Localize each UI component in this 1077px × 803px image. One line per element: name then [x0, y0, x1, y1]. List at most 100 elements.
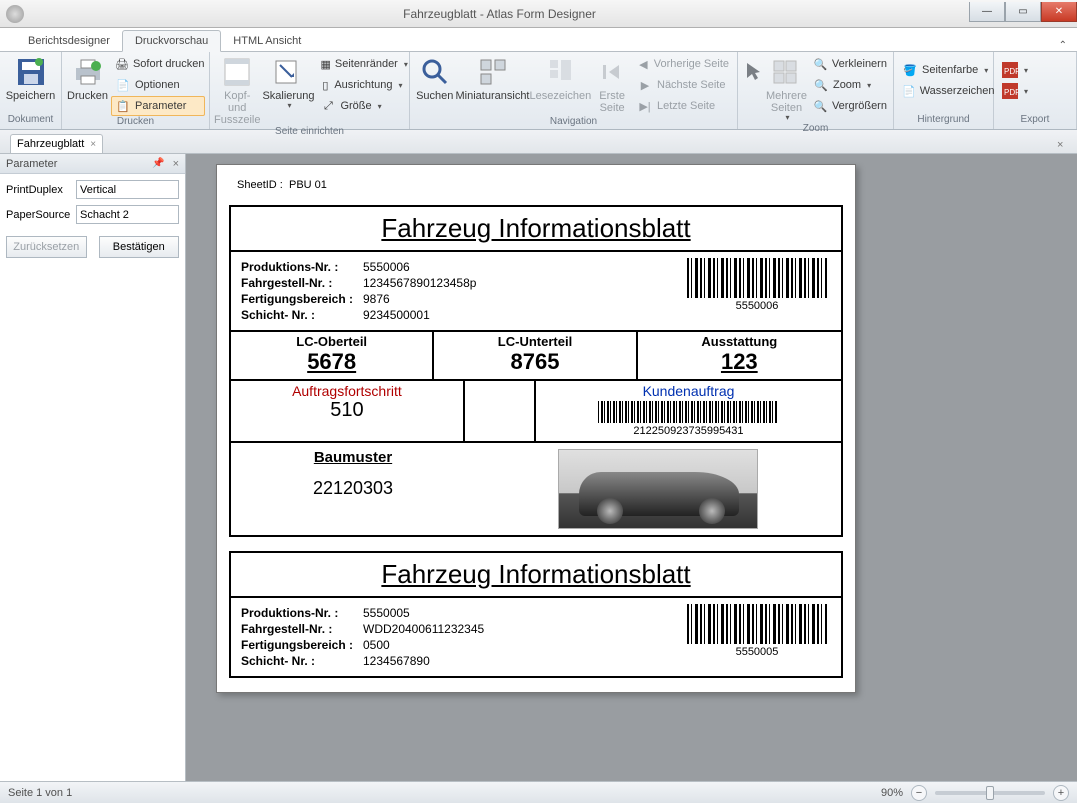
papersource-input[interactable]	[76, 205, 179, 224]
options-icon: 📄	[115, 77, 131, 93]
parameter-button[interactable]: 📋Parameter	[111, 96, 205, 116]
ribbon-collapse-icon[interactable]: ⌃	[1059, 40, 1067, 51]
mail-pdf-icon: PDF	[1002, 83, 1018, 99]
close-panel-icon[interactable]: ×	[173, 158, 179, 170]
suchen-button[interactable]: Suchen	[414, 54, 456, 102]
header-footer-icon	[221, 56, 253, 88]
minimize-button[interactable]: —	[969, 2, 1005, 22]
group-export: PDF▾ PDF▾ Export	[994, 52, 1077, 129]
papersource-label: PaperSource	[6, 209, 76, 221]
sheetid-label: SheetID :	[237, 179, 283, 191]
car-image	[558, 449, 758, 529]
export-pdf-button[interactable]: PDF ▾	[998, 60, 1032, 80]
printduplex-input[interactable]	[76, 180, 179, 199]
tab-druckvorschau[interactable]: Druckvorschau	[122, 30, 221, 52]
optionen-button[interactable]: 📄Optionen	[111, 75, 205, 95]
group-label: Dokument	[4, 114, 57, 129]
first-page-icon	[596, 56, 628, 88]
parameter-panel: Parameter 📌 × PrintDuplex PaperSource Zu…	[0, 154, 186, 781]
mehrere-seiten-button[interactable]: Mehrere Seiten▾	[766, 54, 807, 123]
svg-text:PDF: PDF	[1004, 88, 1018, 97]
sheetid-value: PBU 01	[289, 179, 327, 191]
barcode	[687, 604, 827, 644]
letzte-seite-button[interactable]: ▶|Letzte Seite	[633, 96, 733, 116]
group-label: Navigation	[414, 116, 733, 129]
reset-button[interactable]: Zurücksetzen	[6, 236, 87, 258]
seitenraender-button[interactable]: ▦Seitenränder▾	[316, 54, 406, 74]
multipage-icon	[770, 56, 802, 88]
page-info: Seite 1 von 1	[8, 787, 72, 799]
printer-icon	[72, 56, 104, 88]
chevron-down-icon: ▾	[404, 60, 408, 69]
tab-berichtsdesigner[interactable]: Berichtsdesigner	[16, 31, 122, 51]
zoom-thumb[interactable]	[986, 786, 994, 800]
maximize-button[interactable]: ▭	[1005, 2, 1041, 22]
chevron-down-icon: ▾	[398, 81, 402, 90]
chevron-down-icon: ▾	[867, 81, 871, 90]
vehicle-form-2: Fahrzeug Informationsblatt Produktions-N…	[229, 551, 843, 678]
wasserzeichen-button[interactable]: 📄Wasserzeichen	[898, 81, 994, 101]
zoomin-icon: 🔍	[813, 98, 828, 114]
vorherige-seite-button[interactable]: ◀Vorherige Seite	[633, 54, 733, 74]
preview-area[interactable]: SheetID : PBU 01 Fahrzeug Informationsbl…	[186, 154, 1077, 781]
miniaturansicht-button[interactable]: Miniaturansicht	[458, 54, 528, 102]
group-drucken: Drucken 🖨Sofort drucken 📄Optionen 📋Param…	[62, 52, 210, 129]
chevron-down-icon: ▾	[378, 102, 382, 111]
skalierung-button[interactable]: Skalierung▾	[262, 54, 314, 111]
parameter-icon: 📋	[115, 98, 131, 114]
group-navigation: Suchen Miniaturansicht Lesezeichen Erste…	[410, 52, 738, 129]
document-tab-label: Fahrzeugblatt	[17, 138, 84, 150]
group-label: Hintergrund	[898, 114, 989, 129]
naechste-seite-button[interactable]: ▶Nächste Seite	[633, 75, 733, 95]
ausrichtung-button[interactable]: ▯Ausrichtung▾	[316, 75, 406, 95]
close-button[interactable]: ✕	[1041, 2, 1077, 22]
window-title: Fahrzeugblatt - Atlas Form Designer	[30, 7, 969, 21]
main-area: Parameter 📌 × PrintDuplex PaperSource Zu…	[0, 154, 1077, 781]
thumbnails-icon	[477, 56, 509, 88]
group-label: Zoom	[742, 123, 889, 134]
document-tab[interactable]: Fahrzeugblatt ×	[10, 134, 103, 153]
last-page-icon: ▶|	[637, 98, 653, 114]
printduplex-label: PrintDuplex	[6, 184, 76, 196]
ribbon-tabs: Berichtsdesigner Druckvorschau HTML Ansi…	[0, 28, 1077, 52]
close-tab-icon[interactable]: ×	[90, 139, 96, 150]
group-dokument: Speichern Dokument	[0, 52, 62, 129]
print-label: Drucken	[67, 90, 108, 102]
closer-x-icon[interactable]: ×	[1057, 139, 1071, 153]
group-seite-einrichten: Kopf- undFusszeile Skalierung▾ ▦Seitenrä…	[210, 52, 410, 129]
pointer-icon	[737, 56, 769, 88]
chevron-down-icon: ▾	[1024, 87, 1028, 96]
statusbar: Seite 1 von 1 90% − +	[0, 781, 1077, 803]
pdf-icon: PDF	[1002, 62, 1018, 78]
kopf-fusszeile-button[interactable]: Kopf- undFusszeile	[214, 54, 260, 126]
print-button[interactable]: Drucken	[66, 54, 109, 102]
panel-title: Parameter	[6, 158, 57, 170]
barcode-caption: 5550005	[736, 646, 779, 658]
group-label: Drucken	[66, 116, 205, 129]
zoom-button[interactable]: 🔍Zoom▾	[809, 75, 891, 95]
zoom-in-button[interactable]: +	[1053, 785, 1069, 801]
vergroessern-button[interactable]: 🔍Vergrößern	[809, 96, 891, 116]
chevron-down-icon: ▾	[785, 114, 789, 123]
zoom-slider[interactable]	[935, 791, 1045, 795]
seitenfarbe-button[interactable]: 🪣Seitenfarbe▾	[898, 60, 994, 80]
barcode	[687, 258, 827, 298]
save-button[interactable]: Speichern	[4, 54, 57, 102]
pin-icon[interactable]: 📌	[152, 158, 164, 169]
chevron-down-icon: ▾	[1024, 66, 1028, 75]
pointer-button[interactable]	[742, 54, 764, 90]
groesse-button[interactable]: ⤢Größe▾	[316, 96, 406, 116]
zoom-out-button[interactable]: −	[911, 785, 927, 801]
pagecolor-icon: 🪣	[902, 62, 918, 78]
lesezeichen-button[interactable]: Lesezeichen	[530, 54, 592, 102]
submit-button[interactable]: Bestätigen	[99, 236, 180, 258]
export-mail-button[interactable]: PDF ▾	[998, 81, 1032, 101]
tab-html-ansicht[interactable]: HTML Ansicht	[221, 31, 313, 51]
save-icon	[15, 56, 47, 88]
verkleinern-button[interactable]: 🔍Verkleinern	[809, 54, 891, 74]
sofort-drucken-button[interactable]: 🖨Sofort drucken	[111, 54, 205, 74]
vehicle-form-1: Fahrzeug Informationsblatt Produktions-N…	[229, 205, 843, 537]
next-page-icon: ▶	[637, 77, 653, 93]
erste-seite-button[interactable]: Erste Seite	[593, 54, 631, 114]
chevron-down-icon: ▾	[984, 66, 988, 75]
